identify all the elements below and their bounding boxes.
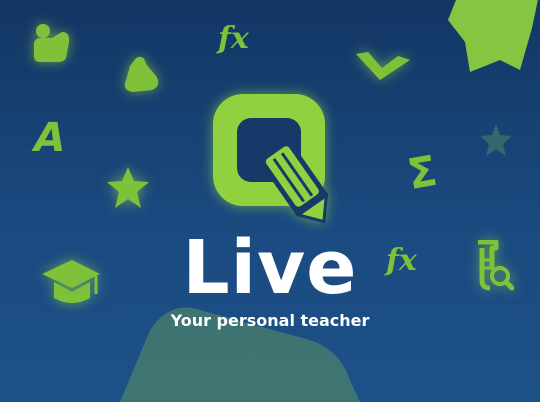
app-logo [213,94,329,224]
angle-icon [356,52,410,80]
app-tagline: Your personal teacher [170,311,370,330]
app-title: Live [182,225,358,311]
letter-a-icon: A [29,115,70,161]
user-icon [34,24,70,62]
star-left-icon [107,167,149,208]
splash-screen: fx A Σ fx Live Your personal teacher [0,0,540,402]
star-icon [448,0,538,72]
function-icon: fx [218,21,249,56]
sigma-icon: Σ [403,145,441,200]
small-star-icon [480,124,512,156]
blob-icon [124,56,159,92]
